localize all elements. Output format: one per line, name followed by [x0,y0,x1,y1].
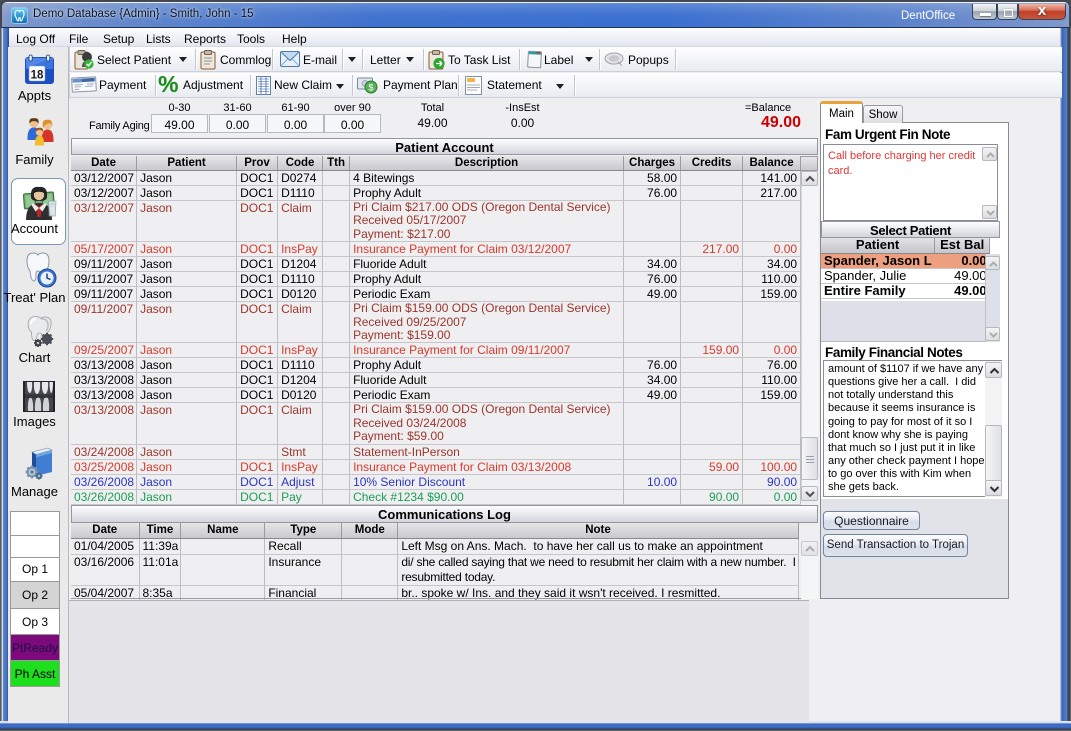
svg-text:$: $ [368,83,373,93]
svg-text:18: 18 [31,70,44,82]
